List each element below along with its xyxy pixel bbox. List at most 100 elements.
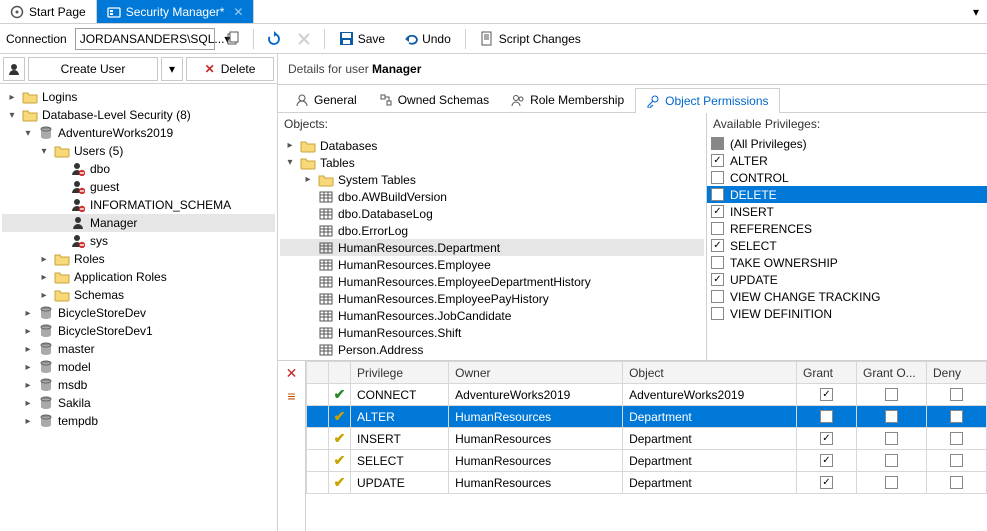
obj-table-9[interactable]: Person.Address [280, 341, 704, 358]
tree-schemas[interactable]: ▸Schemas [2, 286, 275, 304]
col-grant-option[interactable]: Grant O... [857, 362, 927, 384]
tree-user-dbo[interactable]: dbo [2, 160, 275, 178]
priv-select[interactable]: ✓SELECT [707, 237, 987, 254]
refresh-button[interactable] [262, 27, 286, 51]
col-grant[interactable]: Grant [797, 362, 857, 384]
security-tree[interactable]: ▸Logins▾Database-Level Security (8)▾Adve… [0, 84, 277, 531]
expand-icon[interactable]: ▸ [38, 254, 50, 265]
grid-row[interactable]: ✔CONNECTAdventureWorks2019AdventureWorks… [307, 384, 987, 406]
checkbox-icon[interactable] [711, 290, 724, 303]
privileges-list[interactable]: (All Privileges)✓ALTERCONTROL✓DELETE✓INS… [707, 135, 987, 360]
user-icon-button[interactable] [3, 57, 25, 81]
expand-icon[interactable]: ▾ [22, 128, 34, 139]
remove-row-icon[interactable]: ✕ [286, 365, 298, 382]
tree-db-sakila[interactable]: ▸Sakila [2, 394, 275, 412]
obj-databases[interactable]: ▸Databases [280, 137, 704, 154]
expand-icon[interactable]: ▸ [22, 326, 34, 337]
obj-table-4[interactable]: HumanResources.Employee [280, 256, 704, 273]
cell-grant[interactable]: ✓ [797, 406, 857, 428]
obj-tables[interactable]: ▾Tables [280, 154, 704, 171]
tree-db-model[interactable]: ▸model [2, 358, 275, 376]
tree-app-roles[interactable]: ▸Application Roles [2, 268, 275, 286]
expand-icon[interactable]: ▸ [22, 344, 34, 355]
cell-grant-option[interactable] [857, 472, 927, 494]
script-changes-button[interactable]: Script Changes [474, 27, 587, 51]
tree-roles[interactable]: ▸Roles [2, 250, 275, 268]
col-deny[interactable]: Deny [927, 362, 987, 384]
delete-button[interactable]: ✕ Delete [186, 57, 274, 81]
tree-db-security[interactable]: ▾Database-Level Security (8) [2, 106, 275, 124]
expand-icon[interactable]: ▸ [38, 290, 50, 301]
obj-table-5[interactable]: HumanResources.EmployeeDepartmentHistory [280, 273, 704, 290]
grid-row[interactable]: ✔SELECTHumanResourcesDepartment✓ [307, 450, 987, 472]
checkbox-icon[interactable]: ✓ [711, 154, 724, 167]
priv-update[interactable]: ✓UPDATE [707, 271, 987, 288]
obj-table-7[interactable]: HumanResources.JobCandidate [280, 307, 704, 324]
tree-db-bicyclestoredev[interactable]: ▸BicycleStoreDev [2, 304, 275, 322]
tab-object-permissions[interactable]: Object Permissions [635, 88, 779, 113]
obj-table-2[interactable]: dbo.ErrorLog [280, 222, 704, 239]
tree-db-master[interactable]: ▸master [2, 340, 275, 358]
priv-view-change-tracking[interactable]: VIEW CHANGE TRACKING [707, 288, 987, 305]
connection-select[interactable]: JORDANSANDERS\SQL... ▾ [75, 28, 215, 50]
priv-insert[interactable]: ✓INSERT [707, 203, 987, 220]
cell-grant-option[interactable] [857, 428, 927, 450]
cell-grant[interactable]: ✓ [797, 450, 857, 472]
close-icon[interactable]: ✕ [233, 5, 243, 19]
priv-view-definition[interactable]: VIEW DEFINITION [707, 305, 987, 322]
obj-table-6[interactable]: HumanResources.EmployeePayHistory [280, 290, 704, 307]
obj-table-8[interactable]: HumanResources.Shift [280, 324, 704, 341]
priv-all[interactable]: (All Privileges) [707, 135, 987, 152]
cell-grant[interactable]: ✓ [797, 428, 857, 450]
priv-take-ownership[interactable]: TAKE OWNERSHIP [707, 254, 987, 271]
grid-row[interactable]: ✔UPDATEHumanResourcesDepartment✓ [307, 472, 987, 494]
checkbox-icon[interactable]: ✓ [711, 239, 724, 252]
cell-deny[interactable] [927, 472, 987, 494]
checkbox-icon[interactable]: ✓ [711, 273, 724, 286]
cell-grant-option[interactable] [857, 406, 927, 428]
expand-icon[interactable]: ▸ [22, 416, 34, 427]
priv-delete[interactable]: ✓DELETE [707, 186, 987, 203]
tabs-overflow[interactable]: ▾ [965, 0, 987, 23]
copy-button[interactable] [221, 27, 245, 51]
cell-deny[interactable] [927, 384, 987, 406]
expand-icon[interactable]: ▾ [284, 157, 296, 168]
priv-references[interactable]: REFERENCES [707, 220, 987, 237]
expand-icon[interactable]: ▾ [6, 110, 18, 121]
expand-icon[interactable]: ▸ [22, 308, 34, 319]
checkbox-icon[interactable] [711, 256, 724, 269]
tree-users[interactable]: ▾Users (5) [2, 142, 275, 160]
tree-logins[interactable]: ▸Logins [2, 88, 275, 106]
tab-general[interactable]: General [284, 87, 368, 112]
col-object[interactable]: Object [623, 362, 797, 384]
checkbox-icon[interactable] [711, 222, 724, 235]
privileges-grid[interactable]: PrivilegeOwnerObjectGrantGrant O...Deny✔… [306, 361, 987, 531]
tree-user-manager[interactable]: Manager [2, 214, 275, 232]
obj-table-1[interactable]: dbo.DatabaseLog [280, 205, 704, 222]
col-privilege[interactable]: Privilege [351, 362, 449, 384]
checkbox-icon[interactable]: ✓ [711, 205, 724, 218]
highlight-rows-icon[interactable]: ≡ [287, 388, 295, 404]
expand-icon[interactable]: ▸ [22, 398, 34, 409]
tab-owned-schemas[interactable]: Owned Schemas [368, 87, 500, 112]
cell-deny[interactable] [927, 406, 987, 428]
tree-db-bicyclestoredev1[interactable]: ▸BicycleStoreDev1 [2, 322, 275, 340]
tab-role-membership[interactable]: Role Membership [500, 87, 635, 112]
priv-alter[interactable]: ✓ALTER [707, 152, 987, 169]
grid-row[interactable]: →✔ALTERHumanResourcesDepartment✓ [307, 406, 987, 428]
obj-table-3[interactable]: HumanResources.Department [280, 239, 704, 256]
expand-icon[interactable]: ▸ [22, 380, 34, 391]
expand-icon[interactable]: ▸ [284, 140, 296, 151]
priv-control[interactable]: CONTROL [707, 169, 987, 186]
expand-icon[interactable]: ▸ [6, 92, 18, 103]
cell-deny[interactable] [927, 428, 987, 450]
cell-grant-option[interactable] [857, 450, 927, 472]
tree-db-msdb[interactable]: ▸msdb [2, 376, 275, 394]
expand-icon[interactable]: ▸ [38, 272, 50, 283]
tree-db-adventureworks[interactable]: ▾AdventureWorks2019 [2, 124, 275, 142]
save-button[interactable]: Save [333, 27, 391, 51]
expand-icon[interactable]: ▾ [38, 146, 50, 157]
checkbox-icon[interactable]: ✓ [711, 188, 724, 201]
obj-table-0[interactable]: dbo.AWBuildVersion [280, 188, 704, 205]
tab-start-page[interactable]: Start Page [0, 0, 97, 23]
